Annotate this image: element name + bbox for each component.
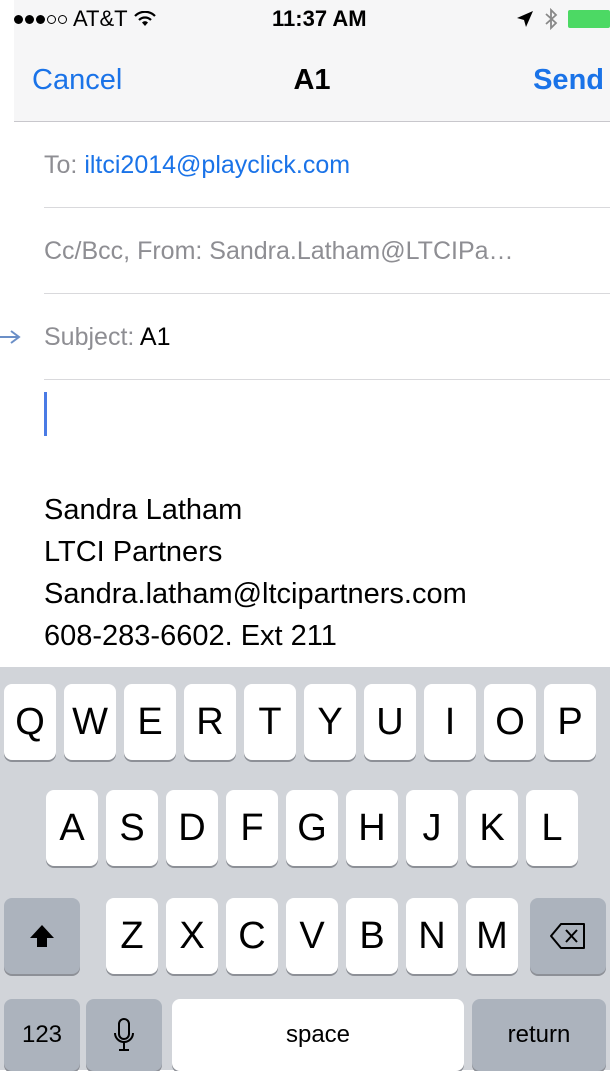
carrier-label: AT&T xyxy=(73,6,128,31)
cc-bcc-from-field[interactable]: Cc/Bcc, From: Sandra.Latham@LTCIPa… xyxy=(44,208,610,294)
to-recipient[interactable]: iltci2014@playclick.com xyxy=(84,151,350,179)
key-j[interactable]: J xyxy=(406,790,458,866)
nav-bar: Cancel A1 Send xyxy=(14,38,610,122)
key-o[interactable]: O xyxy=(484,684,536,760)
key-h[interactable]: H xyxy=(346,790,398,866)
key-b[interactable]: B xyxy=(346,898,398,974)
numbers-key[interactable]: 123 xyxy=(4,999,80,1071)
key-t[interactable]: T xyxy=(244,684,296,760)
bluetooth-icon xyxy=(544,8,558,30)
location-arrow-icon xyxy=(516,10,534,28)
key-i[interactable]: I xyxy=(424,684,476,760)
key-s[interactable]: S xyxy=(106,790,158,866)
key-u[interactable]: U xyxy=(364,684,416,760)
key-r[interactable]: R xyxy=(184,684,236,760)
page-title: A1 xyxy=(293,64,331,96)
key-w[interactable]: W xyxy=(64,684,116,760)
status-bar: AT&T 11:37 AM xyxy=(14,0,610,38)
key-l[interactable]: L xyxy=(526,790,578,866)
status-left: AT&T xyxy=(14,0,156,38)
signature-email: Sandra.latham@ltcipartners.com xyxy=(44,578,467,610)
backspace-icon xyxy=(550,923,585,949)
key-y[interactable]: Y xyxy=(304,684,356,760)
status-time: 11:37 AM xyxy=(272,6,367,31)
key-k[interactable]: K xyxy=(466,790,518,866)
key-q[interactable]: Q xyxy=(4,684,56,760)
key-f[interactable]: F xyxy=(226,790,278,866)
key-x[interactable]: X xyxy=(166,898,218,974)
key-d[interactable]: D xyxy=(166,790,218,866)
cc-label: Cc/Bcc, From: xyxy=(44,237,203,265)
keyboard: Q W E R T Y U I O P A S D F G H J K L Z … xyxy=(0,667,610,1071)
key-e[interactable]: E xyxy=(124,684,176,760)
delete-key[interactable] xyxy=(530,898,606,974)
wifi-icon xyxy=(133,11,156,26)
dictation-key[interactable] xyxy=(86,999,162,1071)
microphone-icon xyxy=(114,1018,134,1051)
key-m[interactable]: M xyxy=(466,898,518,974)
subject-label: Subject: xyxy=(44,323,135,351)
subject-field[interactable]: Subject: A1 xyxy=(44,294,610,380)
key-a[interactable]: A xyxy=(46,790,98,866)
key-c[interactable]: C xyxy=(226,898,278,974)
battery-icon xyxy=(568,10,610,28)
key-v[interactable]: V xyxy=(286,898,338,974)
key-p[interactable]: P xyxy=(544,684,596,760)
signature-company: LTCI Partners xyxy=(44,536,223,568)
signature-name: Sandra Latham xyxy=(44,494,243,526)
text-cursor xyxy=(44,392,47,436)
shift-key[interactable] xyxy=(4,898,80,974)
to-field[interactable]: To: iltci2014@playclick.com xyxy=(44,122,610,208)
key-g[interactable]: G xyxy=(286,790,338,866)
arrow-right-icon xyxy=(0,330,21,344)
space-key[interactable]: space xyxy=(172,999,464,1071)
key-z[interactable]: Z xyxy=(106,898,158,974)
message-body[interactable]: Sandra Latham LTCI Partners Sandra.latha… xyxy=(44,489,467,657)
from-value: Sandra.Latham@LTCIPa… xyxy=(209,237,514,265)
to-label: To: xyxy=(44,151,78,179)
shift-arrow-icon xyxy=(30,925,54,947)
return-key[interactable]: return xyxy=(472,999,606,1071)
signal-dots-icon xyxy=(14,14,67,24)
status-right xyxy=(516,0,610,38)
signature-phone: 608-283-6602. Ext 211 xyxy=(44,620,337,652)
key-n[interactable]: N xyxy=(406,898,458,974)
subject-input[interactable]: A1 xyxy=(140,323,171,351)
send-button[interactable]: Send xyxy=(533,38,604,122)
